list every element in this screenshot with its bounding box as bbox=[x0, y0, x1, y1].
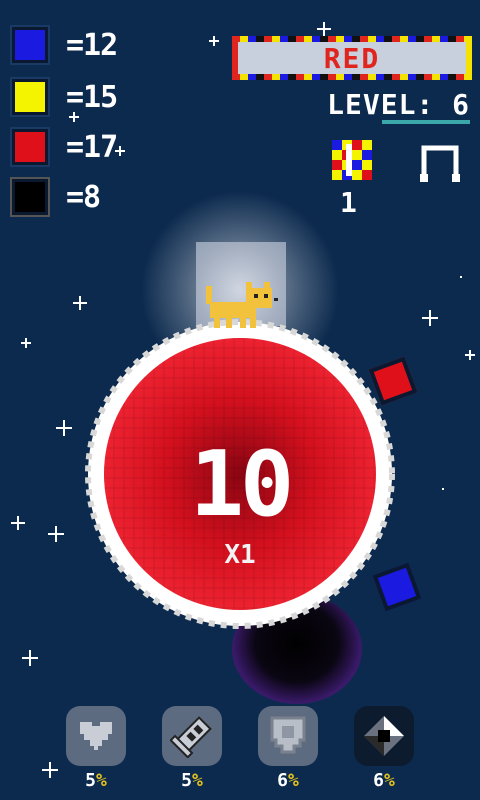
blue-count: =12 bbox=[66, 27, 118, 63]
color-combo-icon bbox=[332, 140, 372, 180]
target-color-banner: RED bbox=[232, 36, 472, 80]
cat-character bbox=[206, 282, 278, 328]
yellow-count: =15 bbox=[66, 79, 118, 115]
red-count: =17 bbox=[66, 129, 118, 165]
blue-counter: =12 bbox=[12, 26, 118, 64]
heart-icon bbox=[80, 722, 112, 750]
black-swatch bbox=[12, 179, 48, 215]
yellow-counter: =15 bbox=[12, 78, 118, 116]
black-counter: =8 bbox=[12, 178, 101, 216]
rocket-powerup-button[interactable] bbox=[162, 706, 222, 766]
level-progress bbox=[382, 120, 470, 124]
heart-powerup-button[interactable] bbox=[66, 706, 126, 766]
red-counter: =17 bbox=[12, 128, 118, 166]
yellow-swatch bbox=[12, 79, 48, 115]
level-label: LEVEL: 6 bbox=[327, 88, 470, 121]
blue-swatch bbox=[12, 27, 48, 63]
rocket-powerup-percent: 5% bbox=[181, 770, 203, 791]
music-note-icon[interactable] bbox=[420, 140, 464, 184]
planet-score: 10 bbox=[189, 432, 294, 537]
shield-powerup-button[interactable] bbox=[258, 706, 318, 766]
shield-icon bbox=[270, 716, 306, 754]
black-count: =8 bbox=[66, 179, 101, 215]
bomb-powerup-button[interactable] bbox=[354, 706, 414, 766]
bomb-powerup-percent: 6% bbox=[373, 770, 395, 791]
target-color-label: RED bbox=[323, 41, 381, 75]
heart-powerup-percent: 5% bbox=[85, 770, 107, 791]
combo-count: 1 bbox=[340, 186, 357, 219]
shield-powerup-percent: 6% bbox=[277, 770, 299, 791]
rocket-icon bbox=[170, 716, 212, 758]
bomb-icon bbox=[364, 716, 404, 756]
red-swatch bbox=[12, 129, 48, 165]
score-multiplier: X1 bbox=[224, 540, 256, 570]
